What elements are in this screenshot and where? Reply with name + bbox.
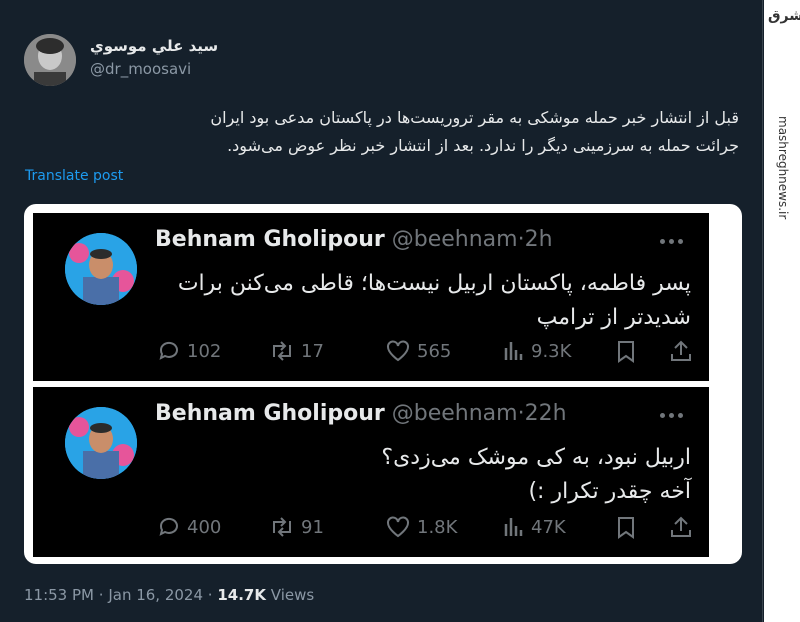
bookmark-icon	[618, 341, 634, 363]
like-count: 1.8K	[417, 516, 458, 538]
quoted-header: Behnam Gholipour @beehnam·2h	[155, 227, 553, 252]
quoted-author-name[interactable]: Behnam Gholipour	[155, 227, 385, 252]
repost-button[interactable]: 91	[269, 515, 324, 539]
tweet-header: سيد علي موسوي @dr_moosavi	[22, 34, 742, 90]
quoted-tweet[interactable]: Behnam Gholipour @beehnam·22h اربیل نبود…	[33, 387, 709, 557]
share-icon	[671, 516, 691, 537]
separator-dot: ·	[98, 586, 104, 604]
watermark-logo: مشرق	[768, 8, 800, 24]
quoted-text-line: آخه چقدر تکرار :)	[528, 479, 691, 504]
watermark-site-text: mashreghnews.ir	[776, 116, 790, 220]
quoted-text-line: پسر فاطمه، پاکستان اربیل نیست‌ها؛ قاطی م…	[177, 271, 691, 296]
quoted-tweet[interactable]: Behnam Gholipour @beehnam·2h پسر فاطمه، …	[33, 213, 709, 381]
share-button[interactable]	[669, 339, 693, 363]
repost-button[interactable]: 17	[269, 339, 324, 363]
reply-count: 102	[187, 340, 222, 362]
repost-icon	[273, 341, 291, 361]
tweet-text-line: جرائت حمله به سرزمینی دیگر را ندارد. بعد…	[227, 136, 739, 155]
like-icon	[387, 516, 409, 538]
like-button[interactable]: 565	[385, 339, 451, 363]
like-count: 565	[417, 340, 452, 362]
author-name[interactable]: سيد علي موسوي	[90, 36, 218, 56]
quoted-age[interactable]: 2h	[525, 227, 553, 252]
quoted-author-name[interactable]: Behnam Gholipour	[155, 401, 385, 426]
separator-dot: ·	[517, 401, 525, 426]
separator-dot: ·	[517, 227, 525, 252]
action-bar: 102 17 565 9.3K	[157, 339, 697, 367]
quoted-author-handle[interactable]: @beehnam	[392, 227, 518, 252]
quoted-text-line: اربیل نبود، به کی موشک می‌زدی؟	[381, 445, 691, 470]
reply-icon	[159, 517, 178, 536]
quoted-text: اربیل نبود، به کی موشک می‌زدی؟ آخه چقدر …	[151, 441, 691, 509]
bookmark-icon	[618, 517, 634, 539]
repost-count: 17	[301, 340, 324, 362]
tweet-meta: 11:53 PM · Jan 16, 2024 · 14.7K Views	[24, 586, 314, 604]
author-block: سيد علي موسوي @dr_moosavi	[90, 36, 218, 78]
more-icon[interactable]	[660, 413, 683, 418]
repost-count: 91	[301, 516, 324, 538]
author-avatar[interactable]	[24, 34, 76, 86]
quoted-text-line: شدیدتر از ترامپ	[536, 305, 691, 330]
repost-icon	[273, 517, 291, 537]
quoted-text: پسر فاطمه، پاکستان اربیل نیست‌ها؛ قاطی م…	[151, 267, 691, 335]
reply-count: 400	[187, 516, 222, 538]
views-count: 9.3K	[531, 340, 572, 362]
bookmark-button[interactable]	[615, 339, 637, 363]
tweet-time[interactable]: 11:53 PM	[24, 586, 94, 604]
tweet-text-line: قبل از انتشار خبر حمله موشکی به مقر ترور…	[210, 108, 739, 127]
views-icon	[504, 342, 523, 360]
quoted-header: Behnam Gholipour @beehnam·22h	[155, 401, 567, 426]
bookmark-button[interactable]	[615, 515, 637, 539]
reply-icon	[159, 341, 178, 360]
tweet-date[interactable]: Jan 16, 2024	[108, 586, 203, 604]
views-button[interactable]: 47K	[503, 515, 566, 539]
author-handle[interactable]: @dr_moosavi	[90, 60, 218, 78]
quoted-author-avatar[interactable]	[65, 407, 137, 479]
views-icon	[504, 518, 523, 536]
tweet-container: سيد علي موسوي @dr_moosavi قبل از انتشار …	[0, 0, 763, 622]
quoted-author-handle[interactable]: @beehnam	[392, 401, 518, 426]
reply-button[interactable]: 102	[157, 339, 221, 363]
tweet-text: قبل از انتشار خبر حمله موشکی به مقر ترور…	[24, 104, 739, 160]
views-button[interactable]: 9.3K	[503, 339, 571, 363]
more-icon[interactable]	[660, 239, 683, 244]
like-icon	[387, 340, 409, 362]
separator-dot: ·	[207, 586, 213, 604]
share-button[interactable]	[669, 515, 693, 539]
action-bar: 400 91 1.8K 47K	[157, 515, 697, 543]
quoted-age[interactable]: 22h	[525, 401, 567, 426]
translate-link[interactable]: Translate post	[25, 168, 123, 184]
watermark-strip: مشرق mashreghnews.ir	[764, 0, 800, 622]
quoted-author-avatar[interactable]	[65, 233, 137, 305]
views-count: 14.7K	[217, 586, 266, 604]
share-icon	[671, 340, 691, 361]
like-button[interactable]: 1.8K	[385, 515, 457, 539]
views-count: 47K	[531, 516, 566, 538]
reply-button[interactable]: 400	[157, 515, 221, 539]
views-label: Views	[270, 586, 315, 604]
